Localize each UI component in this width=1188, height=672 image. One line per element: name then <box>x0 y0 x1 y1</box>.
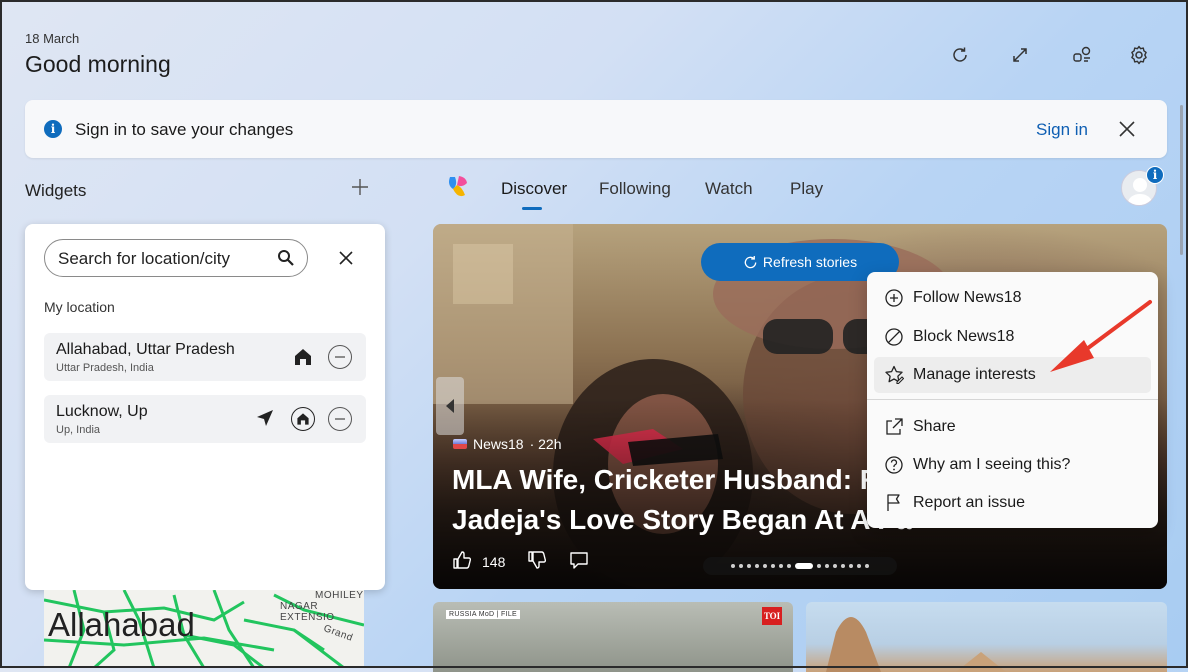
location-item[interactable]: Lucknow, Up Up, India <box>44 395 366 443</box>
settings-icon[interactable] <box>1124 40 1154 70</box>
weather-location-card: My location Allahabad, Uttar Pradesh Utt… <box>25 224 385 590</box>
carousel-dot[interactable] <box>841 564 845 568</box>
like-icon[interactable] <box>452 550 472 573</box>
remove-location-icon[interactable] <box>328 407 352 431</box>
story-card[interactable]: RUSSIA MoD | FILE TOI <box>433 602 793 672</box>
dislike-icon[interactable] <box>527 550 547 573</box>
location-item[interactable]: Allahabad, Uttar Pradesh Uttar Pradesh, … <box>44 333 366 381</box>
story-source: News18 · 22h <box>453 436 562 452</box>
like-count: 148 <box>482 553 506 570</box>
carousel-dot[interactable] <box>771 564 775 568</box>
tab-watch[interactable]: Watch <box>705 179 753 199</box>
location-name: Allahabad, Uttar Pradesh <box>56 341 235 358</box>
previous-story-button[interactable] <box>436 377 464 435</box>
search-icon[interactable] <box>277 249 295 267</box>
info-icon: i <box>44 120 62 138</box>
carousel-dot[interactable] <box>795 563 813 569</box>
current-location-icon[interactable] <box>255 408 275 433</box>
tab-following[interactable]: Following <box>599 179 671 199</box>
map-label: MOHILEY <box>315 590 364 601</box>
menu-item-label: Follow News18 <box>913 289 1022 306</box>
carousel-indicator[interactable] <box>703 557 897 575</box>
map-label: NAGAR EXTENSIO <box>280 601 335 623</box>
share-icon <box>884 417 904 437</box>
carousel-dot[interactable] <box>755 564 759 568</box>
location-search-box[interactable] <box>44 239 308 277</box>
toi-logo: TOI <box>762 607 782 625</box>
source-name: News18 <box>473 436 524 452</box>
location-search-input[interactable] <box>56 248 260 270</box>
date-label: 18 March <box>25 31 80 46</box>
avatar-info-badge: i <box>1146 166 1164 184</box>
help-icon <box>884 455 904 475</box>
story-actions: 148 <box>452 550 589 573</box>
expand-icon[interactable] <box>1005 40 1035 70</box>
block-icon <box>884 327 904 347</box>
tab-discover[interactable]: Discover <box>501 179 567 199</box>
menu-divider <box>867 399 1158 400</box>
location-name: Lucknow, Up <box>56 403 148 420</box>
feed-logo-icon <box>444 173 472 201</box>
sign-in-link[interactable]: Sign in <box>1036 120 1088 140</box>
refresh-stories-label: Refresh stories <box>762 254 858 270</box>
carousel-dot[interactable] <box>849 564 853 568</box>
refresh-stories-icon <box>744 255 757 268</box>
carousel-dot[interactable] <box>731 564 735 568</box>
my-location-label: My location <box>44 299 115 315</box>
annotation-arrow-icon <box>1040 292 1160 382</box>
carousel-dot[interactable] <box>833 564 837 568</box>
menu-item-label: Share <box>913 418 956 435</box>
close-banner-icon[interactable] <box>1115 117 1139 141</box>
menu-item-label: Block News18 <box>913 328 1015 345</box>
menu-item-report[interactable]: Report an issue <box>874 485 1151 521</box>
widgets-icon[interactable] <box>1067 40 1097 70</box>
home-icon[interactable] <box>293 347 313 372</box>
star-edit-icon <box>884 365 904 385</box>
active-tab-indicator <box>522 207 542 210</box>
map-city-label: Allahabad <box>48 606 195 643</box>
story-age: · 22h <box>529 436 562 452</box>
location-subtitle: Uttar Pradesh, India <box>56 362 154 374</box>
widgets-title: Widgets <box>25 181 87 200</box>
carousel-dot[interactable] <box>779 564 783 568</box>
carousel-dot[interactable] <box>865 564 869 568</box>
location-subtitle: Up, India <box>56 424 101 436</box>
add-widget-icon[interactable] <box>349 176 371 198</box>
remove-location-icon[interactable] <box>328 345 352 369</box>
flag-icon <box>884 493 904 513</box>
menu-item-why[interactable]: Why am I seeing this? <box>874 447 1151 483</box>
carousel-dot[interactable] <box>763 564 767 568</box>
greeting-title: Good morning <box>25 51 171 77</box>
scrollbar[interactable] <box>1180 105 1183 255</box>
signin-banner: i Sign in to save your changes Sign in <box>25 100 1167 158</box>
carousel-dot[interactable] <box>747 564 751 568</box>
story-card[interactable] <box>806 602 1167 672</box>
news18-logo-icon <box>453 439 467 449</box>
menu-item-label: Manage interests <box>913 366 1036 383</box>
close-search-icon[interactable] <box>336 248 356 268</box>
carousel-dot[interactable] <box>739 564 743 568</box>
set-home-icon[interactable] <box>291 407 315 431</box>
refresh-icon[interactable] <box>945 40 975 70</box>
carousel-dot[interactable] <box>787 564 791 568</box>
tab-play[interactable]: Play <box>790 179 823 199</box>
menu-item-label: Report an issue <box>913 494 1026 511</box>
carousel-dot[interactable] <box>825 564 829 568</box>
menu-item-share[interactable]: Share <box>874 409 1151 445</box>
weather-map: MOHILEY NAGAR EXTENSIO Allahabad Grand <box>44 590 364 668</box>
comment-icon[interactable] <box>569 550 589 573</box>
carousel-dot[interactable] <box>817 564 821 568</box>
banner-message: Sign in to save your changes <box>75 120 294 139</box>
carousel-dot[interactable] <box>857 564 861 568</box>
menu-item-label: Why am I seeing this? <box>913 456 1071 473</box>
plus-circle-icon <box>884 288 904 308</box>
image-credit-tag: RUSSIA MoD | FILE <box>446 610 520 619</box>
